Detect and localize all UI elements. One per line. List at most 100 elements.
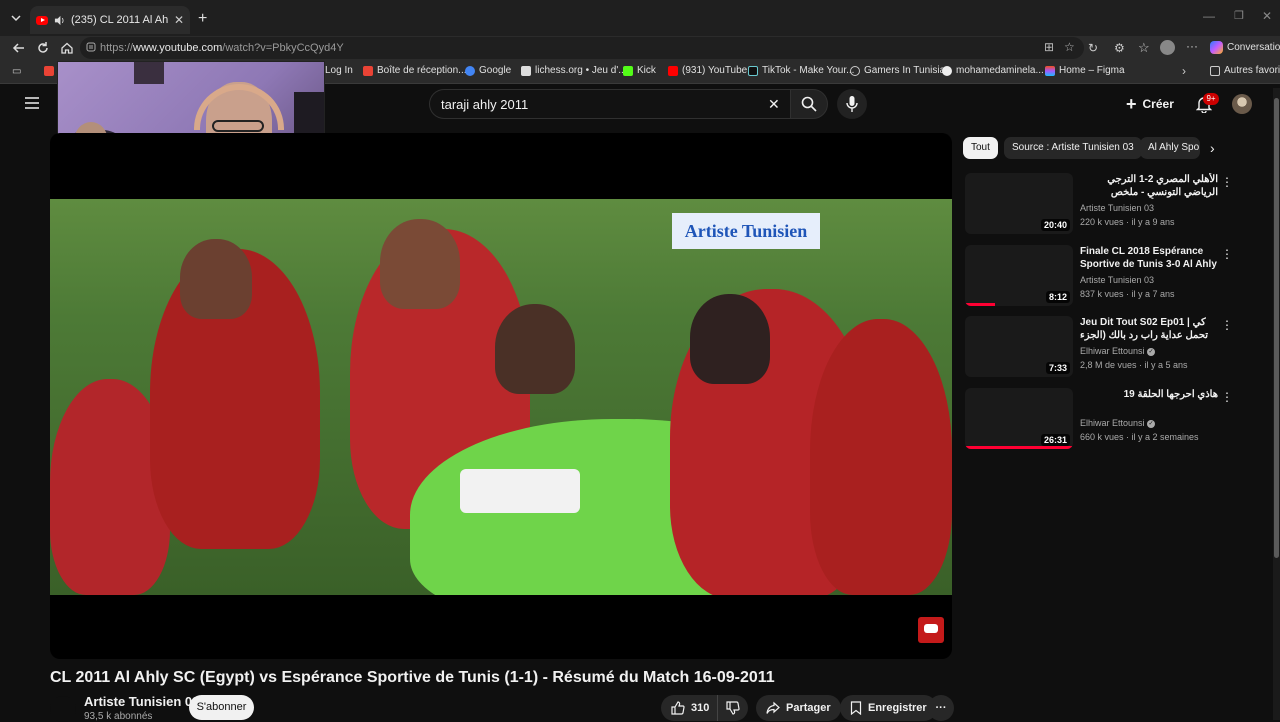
maximize-icon[interactable]: ❐ [1234, 9, 1244, 22]
video-title: CL 2011 Al Ahly SC (Egypt) vs Espérance … [50, 669, 775, 686]
video-thumbnail: 26:31 [965, 388, 1073, 449]
window-close-icon[interactable]: ✕ [1262, 9, 1272, 23]
video-meta: 837 k vues · il y a 7 ans [1080, 289, 1175, 299]
bookmark-label: Google [479, 65, 512, 76]
collections-icon[interactable]: ▭ [12, 66, 21, 77]
thumbs-up-icon [671, 701, 685, 715]
bookmark-youtube[interactable]: (931) YouTube [668, 65, 747, 76]
channel-watermark-icon[interactable] [918, 617, 944, 643]
more-options-icon[interactable]: ⋮ [1221, 175, 1233, 189]
account-avatar[interactable] [1232, 94, 1252, 114]
more-options-icon[interactable]: ⋮ [1221, 390, 1233, 404]
channel-avatar[interactable] [50, 696, 76, 722]
channel-line: Elhiwar Ettounsi ✓ [1080, 346, 1156, 356]
bookmark-label: Home – Figma [1059, 65, 1125, 76]
google-icon [465, 65, 475, 76]
bookmark-label: (931) YouTube [682, 65, 748, 76]
chip-source-channel[interactable]: Source : Artiste Tunisien 03 [1004, 137, 1142, 159]
search-input[interactable]: taraji ahly 2011 ✕ [429, 89, 791, 119]
figma-icon [1045, 65, 1055, 76]
channel-name[interactable]: Artiste Tunisien 03 [84, 694, 199, 709]
more-actions-button[interactable]: ··· [928, 695, 954, 721]
bookmark-kick[interactable]: Kick [623, 65, 656, 76]
recommended-video[interactable]: 20:40 الأهلي المصري 2-1 الترجي الرياضي ا… [965, 173, 1265, 235]
more-options-icon[interactable]: ⋮ [1221, 318, 1233, 332]
thumbs-down-icon [726, 701, 740, 715]
copilot-button[interactable]: Conversation [1210, 41, 1280, 54]
bookmark-gamers-tunisia[interactable]: Gamers In Tunisia [850, 65, 945, 76]
bookmark-github[interactable]: mohamedaminela... [942, 65, 1044, 76]
url-host: www.youtube.com [133, 42, 223, 54]
tab-list-chevron-icon[interactable] [10, 12, 22, 24]
copilot-label: Conversation [1227, 42, 1280, 53]
extensions-icon[interactable]: ⚙ [1114, 41, 1125, 55]
video-title: هاذي احرجها الحلقة 19 [1123, 389, 1218, 400]
bookmark-label: Boîte de réception... [377, 65, 467, 76]
bookmark-label: TikTok - Make Your... [762, 65, 855, 76]
video-thumbnail: 7:33 [965, 316, 1073, 377]
chip-all[interactable]: Tout [963, 137, 998, 159]
home-icon[interactable] [60, 41, 74, 55]
video-meta: 2,8 M de vues · il y a 5 ans [1080, 360, 1188, 370]
bookmark-label: mohamedaminela... [956, 65, 1044, 76]
dislike-button[interactable] [717, 695, 748, 721]
kick-icon [623, 65, 633, 76]
bookmarks-overflow-chevron-icon[interactable]: › [1182, 64, 1186, 78]
new-tab-icon[interactable]: + [198, 10, 207, 28]
verified-check-icon: ✓ [1147, 419, 1156, 428]
recommended-video[interactable]: 8:12 Finale CL 2018 Espérance Sportive d… [965, 245, 1265, 307]
youtube-favicon-icon [36, 15, 48, 25]
globe-icon [850, 65, 860, 76]
subscribe-button[interactable]: S'abonner [189, 695, 254, 720]
scrollbar-thumb[interactable] [1274, 98, 1279, 558]
bookmark-figma[interactable]: Home – Figma [1045, 65, 1125, 76]
more-options-icon[interactable]: ⋮ [1221, 247, 1233, 261]
watch-progress-bar [965, 303, 996, 306]
tab-close-icon[interactable]: ✕ [174, 13, 184, 27]
gmail-bookmark-icon[interactable] [44, 66, 54, 76]
video-figure [810, 319, 952, 595]
like-button[interactable]: 310 [661, 695, 717, 721]
video-thumbnail: 20:40 [965, 173, 1073, 234]
favorites-icon[interactable]: ☆ [1138, 40, 1150, 56]
bookmark-login[interactable]: Log In [325, 65, 353, 76]
share-label: Partager [786, 702, 831, 714]
bookmark-icon [850, 701, 862, 715]
save-button[interactable]: Enregistrer [840, 695, 937, 721]
minimize-icon[interactable]: — [1203, 9, 1215, 23]
other-favorites-folder[interactable]: Autres favoris [1210, 65, 1280, 76]
bookmark-lichess[interactable]: lichess.org • Jeu d'... [521, 65, 627, 76]
share-button[interactable]: Partager [756, 695, 841, 721]
profile-avatar[interactable] [1160, 40, 1175, 55]
bookmark-google[interactable]: Google [465, 65, 511, 76]
video-player[interactable]: Artiste Tunisien [50, 133, 952, 659]
wall-frame [134, 62, 164, 84]
tab-title: (235) CL 2011 Al Ahly SC (Egy [71, 14, 168, 26]
chips-next-chevron-icon[interactable]: › [1210, 140, 1215, 156]
recommended-video[interactable]: 26:31 هاذي احرجها الحلقة 19 Elhiwar Etto… [965, 388, 1265, 450]
speaker-icon[interactable] [54, 15, 65, 26]
bookmark-tiktok[interactable]: TikTok - Make Your... [748, 65, 854, 76]
refresh-extension-icon[interactable]: ↻ [1088, 41, 1098, 55]
back-icon[interactable] [12, 41, 26, 55]
browser-tab-active[interactable]: (235) CL 2011 Al Ahly SC (Egy ✕ [30, 6, 190, 34]
chip-related[interactable]: Al Ahly Spo [1140, 137, 1200, 159]
search-button[interactable] [790, 89, 828, 119]
hamburger-menu-icon[interactable] [25, 97, 39, 109]
favorite-star-icon[interactable]: ☆ [1064, 40, 1075, 54]
lichess-icon [521, 65, 531, 76]
create-button[interactable]: + Créer [1126, 92, 1174, 116]
page-scrollbar[interactable] [1273, 88, 1280, 720]
menu-dots-icon[interactable]: ··· [1186, 39, 1198, 53]
site-info-icon[interactable] [86, 42, 96, 52]
voice-search-button[interactable] [837, 89, 867, 119]
clear-search-icon[interactable]: ✕ [768, 96, 780, 113]
recommended-video[interactable]: 7:33 Jeu Dit Tout S02 Ep01 | كي تحمل عدا… [965, 316, 1265, 378]
video-title: الأهلي المصري 2-1 الترجي الرياضي التونسي… [1107, 174, 1218, 198]
reload-icon[interactable] [36, 41, 50, 55]
video-figure [380, 219, 460, 309]
bookmark-gmail-inbox[interactable]: Boîte de réception... [363, 65, 467, 76]
url-field[interactable]: https://www.youtube.com/watch?v=PbkyCcQy… [80, 37, 1084, 59]
app-available-icon[interactable]: ⊞ [1044, 40, 1054, 54]
bookmark-label: Gamers In Tunisia [864, 65, 946, 76]
